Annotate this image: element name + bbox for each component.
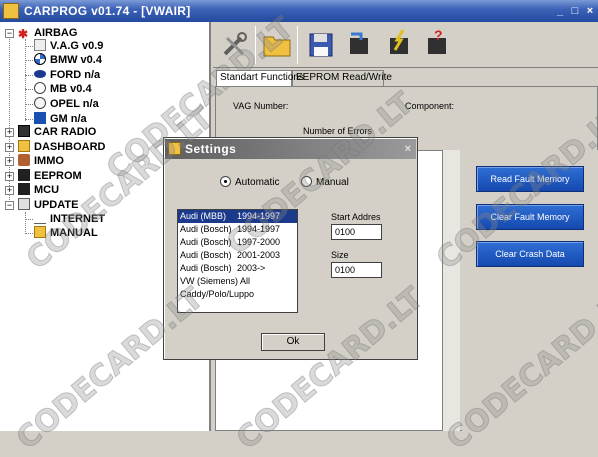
tree-item-immo[interactable]: IMMO <box>18 154 64 168</box>
gm-logo-icon <box>34 112 46 124</box>
read-button[interactable] <box>341 26 377 64</box>
clear-crash-data-button[interactable]: Clear Crash Data <box>476 241 584 267</box>
expander-update[interactable]: − <box>5 201 14 210</box>
opel-logo-icon <box>34 97 46 109</box>
airbag-icon: ✱ <box>18 27 29 41</box>
component-label: Component: <box>405 101 455 111</box>
expander-immo[interactable]: + <box>5 157 14 166</box>
tree-item-mb[interactable]: MB v0.4 <box>34 82 92 96</box>
tree-item-airbag[interactable]: ✱ AIRBAG <box>18 26 77 40</box>
ford-logo-icon <box>34 70 46 78</box>
folder-icon <box>18 140 30 152</box>
open-button[interactable] <box>259 26 295 64</box>
error-list-scrollbar[interactable] <box>442 150 460 431</box>
tree-item-ford[interactable]: FORD n/a <box>34 68 100 82</box>
list-item-caddy-polo-luppo[interactable]: Caddy/Polo/Luppo <box>178 288 297 301</box>
help-chip-icon: ? <box>428 27 446 54</box>
read-fault-memory-button[interactable]: Read Fault Memory <box>476 166 584 192</box>
settings-app-icon <box>168 142 181 155</box>
write-chip-icon <box>390 29 408 54</box>
tree-item-eeprom[interactable]: EEPROM <box>18 169 82 183</box>
expander-car-radio[interactable]: + <box>5 128 14 137</box>
tree-item-internet[interactable]: INTERNET <box>34 212 105 226</box>
tab-eeprom-read-write[interactable]: EEPROM Read/Write <box>292 70 392 86</box>
app-icon <box>3 3 19 19</box>
number-of-errors-label: Number of Errors <box>303 126 373 136</box>
tree-item-opel[interactable]: OPEL n/a <box>34 97 99 111</box>
tools-icon <box>223 32 247 56</box>
tree-item-dashboard[interactable]: DASHBOARD <box>18 140 106 154</box>
vag-logo-icon <box>34 39 46 51</box>
toolbar: ? <box>213 22 598 68</box>
tab-standart-functions[interactable]: Standart Functions <box>216 70 304 86</box>
start-address-input[interactable]: 0100 <box>331 224 382 240</box>
radio-unselected-icon <box>301 176 312 187</box>
save-button[interactable] <box>303 26 339 64</box>
list-item-audi-bosch-1997[interactable]: Audi (Bosch) 1997-2000 <box>178 236 297 249</box>
tree-item-mcu[interactable]: MCU <box>18 183 59 197</box>
title-bar: CARPROG v01.74 - [VWAIR] _ □ × <box>0 0 598 22</box>
expander-mcu[interactable]: + <box>5 186 14 195</box>
immo-icon <box>18 154 30 166</box>
tree-item-car-radio[interactable]: CAR RADIO <box>18 125 96 139</box>
tree-item-vag[interactable]: V.A.G v0.9 <box>34 39 103 53</box>
close-button[interactable]: × <box>583 4 597 18</box>
size-input[interactable]: 0100 <box>331 262 382 278</box>
mercedes-logo-icon <box>34 82 46 94</box>
save-disk-icon <box>309 33 333 57</box>
help-button[interactable]: ? <box>419 26 455 64</box>
open-folder-icon <box>263 36 291 57</box>
manual-radio[interactable]: Manual <box>301 176 349 189</box>
tree-item-gm[interactable]: GM n/a <box>34 112 87 126</box>
vag-number-label: VAG Number: <box>233 101 289 111</box>
svg-text:?: ? <box>434 27 443 43</box>
actions-panel: Read Fault Memory Clear Fault Memory Cle… <box>462 150 598 431</box>
settings-close-button[interactable]: × <box>405 139 411 159</box>
tree-item-update[interactable]: UPDATE <box>18 198 78 212</box>
start-address-label: Start Addres <box>331 212 381 222</box>
read-chip-icon <box>350 32 368 54</box>
radio-icon <box>18 125 30 137</box>
ecu-type-list[interactable]: Audi (MBB) 1994-1997 Audi (Bosch) 1994-199… <box>177 209 298 313</box>
minimize-button[interactable]: _ <box>553 4 567 18</box>
update-icon <box>18 198 30 210</box>
list-item-vw-siemens[interactable]: VW (Siemens) All <box>178 275 297 288</box>
folder-icon <box>34 226 46 238</box>
chip-icon <box>18 183 30 195</box>
size-label: Size <box>331 250 349 260</box>
expander-dashboard[interactable]: + <box>5 143 14 152</box>
clear-fault-memory-button[interactable]: Clear Fault Memory <box>476 204 584 230</box>
expander-airbag[interactable]: − <box>5 29 14 38</box>
maximize-button[interactable]: □ <box>568 4 582 18</box>
ok-button[interactable]: Ok <box>261 333 325 351</box>
tools-button[interactable] <box>217 26 253 64</box>
list-item-audi-bosch-1994[interactable]: Audi (Bosch) 1994-1997 <box>178 223 297 236</box>
expander-eeprom[interactable]: + <box>5 172 14 181</box>
tree-item-manual[interactable]: MANUAL <box>34 226 98 240</box>
radio-selected-icon <box>220 176 231 187</box>
list-item-audi-bosch-2003[interactable]: Audi (Bosch) 2003-> <box>178 262 297 275</box>
list-item-audi-mbb[interactable]: Audi (MBB) 1994-1997 <box>178 210 297 223</box>
tree-item-bmw[interactable]: BMW v0.4 <box>34 53 102 67</box>
automatic-radio[interactable]: Automatic <box>220 176 279 189</box>
internet-icon <box>34 212 46 224</box>
chip-icon <box>18 169 30 181</box>
settings-dialog-titlebar[interactable]: Settings × <box>165 139 416 159</box>
window-title: CARPROG v01.74 - [VWAIR] <box>24 4 191 18</box>
write-button[interactable] <box>381 26 417 64</box>
list-item-audi-bosch-2001[interactable]: Audi (Bosch) 2001-2003 <box>178 249 297 262</box>
bmw-logo-icon <box>34 53 46 65</box>
settings-dialog-title: Settings <box>185 142 237 156</box>
